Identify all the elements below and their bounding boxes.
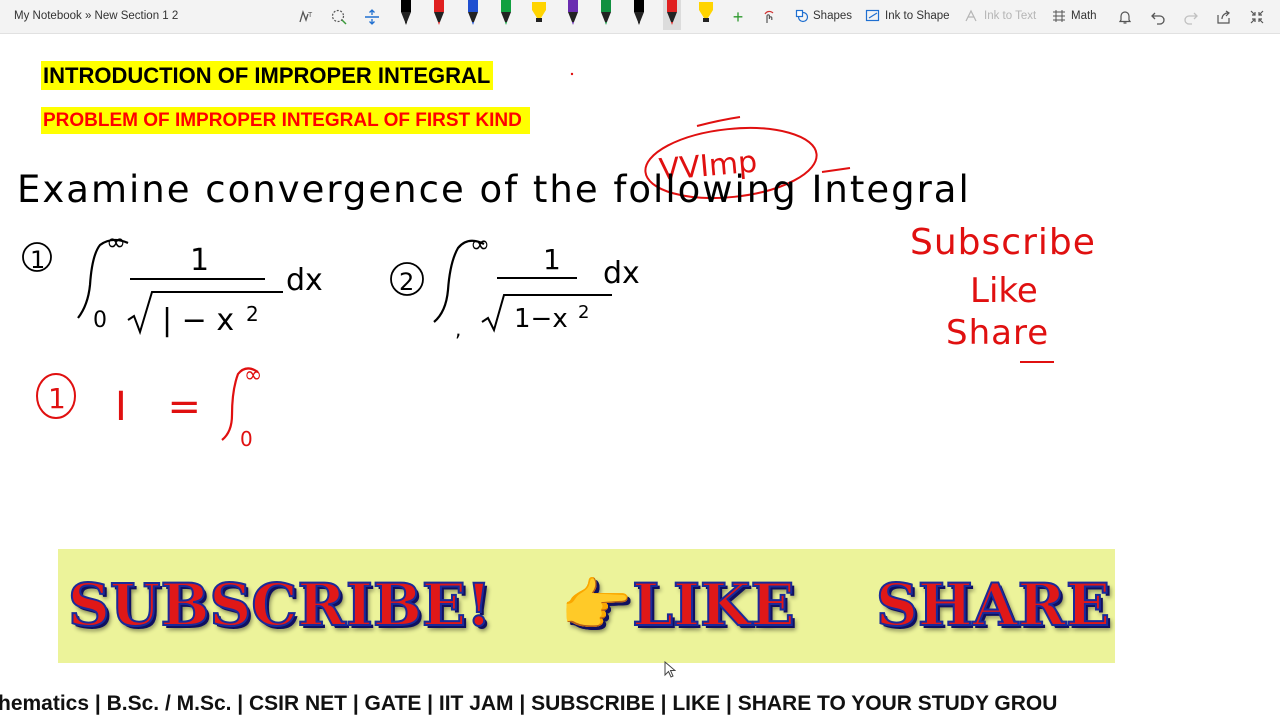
scrolling-ticker: hematics | B.Sc. / M.Sc. | CSIR NET | GA… bbox=[0, 690, 1280, 720]
ink-exponent: 2 bbox=[246, 302, 259, 326]
ink-upper-limit: ∞ bbox=[244, 363, 262, 388]
ink-denominator: | − x bbox=[162, 303, 234, 338]
ink-lower-limit: 0 bbox=[240, 427, 253, 451]
banner-like: 👉LIKE bbox=[559, 570, 796, 640]
ink-lower-limit: , bbox=[455, 317, 461, 341]
ink-red-dot bbox=[570, 72, 574, 76]
ink-upper-limit: ∞ bbox=[470, 230, 490, 258]
subscribe-banner: SUBSCRIBE! 👉LIKE SHARE bbox=[58, 549, 1115, 663]
banner-share: SHARE bbox=[875, 570, 1111, 640]
ink-lower-limit: 0 bbox=[93, 308, 107, 333]
mouse-cursor-icon bbox=[664, 661, 676, 678]
ink-problem-2-label: 2 bbox=[399, 268, 414, 296]
ink-problem-1-label: 1 bbox=[30, 246, 45, 274]
ink-solution-lhs: I = bbox=[115, 384, 215, 430]
ink-denominator: 1−x bbox=[514, 304, 568, 334]
ink-side-note-share: Share bbox=[946, 313, 1049, 353]
ink-numerator: 1 bbox=[190, 243, 209, 278]
ink-side-note-like: Like bbox=[970, 271, 1038, 311]
ink-upper-limit: ∞ bbox=[106, 228, 126, 256]
ink-dx: dx bbox=[603, 256, 640, 291]
ink-instruction-text: Examine convergence of the following Int… bbox=[17, 168, 971, 211]
ink-solution-number: 1 bbox=[48, 382, 66, 415]
ink-dx: dx bbox=[286, 263, 323, 298]
banner-subscribe: SUBSCRIBE! bbox=[67, 570, 493, 640]
ink-side-note-subscribe: Subscribe bbox=[910, 222, 1096, 263]
ticker-text: hematics | B.Sc. / M.Sc. | CSIR NET | GA… bbox=[0, 692, 1058, 715]
ink-exponent: 2 bbox=[578, 302, 589, 323]
ink-numerator: 1 bbox=[543, 243, 561, 276]
ink-red-stroke bbox=[696, 116, 741, 127]
